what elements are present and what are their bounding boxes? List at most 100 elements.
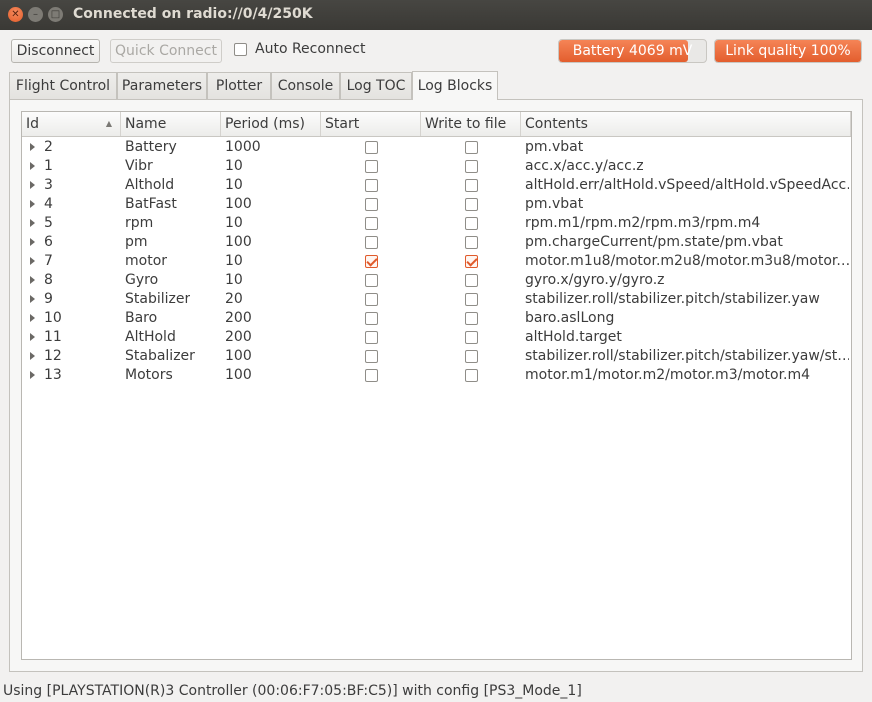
expand-arrow-icon[interactable] — [30, 162, 35, 170]
table-row[interactable]: 13 Motors 100 motor.m1/motor.m2/motor.m3/mo… — [22, 366, 851, 385]
row-id: 6 — [44, 234, 53, 250]
header-write-to-file-label: Write to file — [425, 116, 507, 132]
row-name: Vibr — [125, 158, 153, 174]
header-id[interactable]: Id ▲ — [22, 112, 121, 136]
close-window-icon[interactable]: ✕ — [8, 7, 23, 22]
row-name: Stabalizer — [125, 348, 195, 364]
table-row[interactable]: 12 Stabalizer 100 stabilizer.roll/stabilize… — [22, 347, 851, 366]
write-to-file-checkbox[interactable] — [465, 198, 478, 211]
expand-arrow-icon[interactable] — [30, 295, 35, 303]
row-id: 3 — [44, 177, 53, 193]
minimize-window-icon[interactable]: – — [28, 7, 43, 22]
write-to-file-checkbox[interactable] — [465, 217, 478, 230]
expand-arrow-icon[interactable] — [30, 200, 35, 208]
start-checkbox[interactable] — [365, 255, 378, 268]
start-checkbox[interactable] — [365, 350, 378, 363]
header-write-to-file[interactable]: Write to file — [421, 112, 521, 136]
auto-reconnect-checkbox[interactable] — [234, 43, 247, 56]
tab-console[interactable]: Console — [271, 72, 340, 100]
write-to-file-checkbox[interactable] — [465, 350, 478, 363]
write-to-file-checkbox[interactable] — [465, 331, 478, 344]
start-checkbox[interactable] — [365, 236, 378, 249]
row-period: 100 — [225, 367, 252, 383]
row-name: Stabilizer — [125, 291, 191, 307]
table-row[interactable]: 10 Baro 200 baro.aslLong — [22, 309, 851, 328]
row-contents: altHold.target — [525, 329, 622, 345]
write-to-file-checkbox[interactable] — [465, 274, 478, 287]
write-to-file-checkbox[interactable] — [465, 293, 478, 306]
row-id: 12 — [44, 348, 62, 364]
expand-arrow-icon[interactable] — [30, 333, 35, 341]
tab-log-toc[interactable]: Log TOC — [340, 72, 412, 100]
start-checkbox[interactable] — [365, 274, 378, 287]
table-row[interactable]: 6 pm 100 pm.chargeCurrent/pm.state/pm.vbat — [22, 233, 851, 252]
expand-arrow-icon[interactable] — [30, 181, 35, 189]
header-contents[interactable]: Contents — [521, 112, 851, 136]
expand-arrow-icon[interactable] — [30, 219, 35, 227]
start-checkbox[interactable] — [365, 369, 378, 382]
row-name: motor — [125, 253, 168, 269]
row-name: rpm — [125, 215, 154, 231]
row-period: 10 — [225, 253, 243, 269]
row-id: 10 — [44, 310, 62, 326]
write-to-file-checkbox[interactable] — [465, 141, 478, 154]
maximize-window-icon[interactable]: □ — [48, 7, 63, 22]
disconnect-button[interactable]: Disconnect — [11, 39, 100, 63]
expand-arrow-icon[interactable] — [30, 314, 35, 322]
header-start-label: Start — [325, 116, 360, 132]
battery-label: Battery 4069 mV — [572, 43, 693, 59]
table-row[interactable]: 2 Battery 1000 pm.vbat — [22, 138, 851, 157]
write-to-file-checkbox[interactable] — [465, 179, 478, 192]
start-checkbox[interactable] — [365, 293, 378, 306]
start-checkbox[interactable] — [365, 179, 378, 192]
row-period: 200 — [225, 329, 252, 345]
table-row[interactable]: 8 Gyro 10 gyro.x/gyro.y/gyro.z — [22, 271, 851, 290]
row-id: 9 — [44, 291, 53, 307]
write-to-file-checkbox[interactable] — [465, 369, 478, 382]
row-period: 100 — [225, 348, 252, 364]
expand-arrow-icon[interactable] — [30, 143, 35, 151]
header-name[interactable]: Name — [121, 112, 221, 136]
row-id: 8 — [44, 272, 53, 288]
table-row[interactable]: 4 BatFast 100 pm.vbat — [22, 195, 851, 214]
expand-arrow-icon[interactable] — [30, 276, 35, 284]
write-to-file-checkbox[interactable] — [465, 236, 478, 249]
table-row[interactable]: 7 motor 10 motor.m1u8/motor.m2u8/motor.m3u8… — [22, 252, 851, 271]
start-checkbox[interactable] — [365, 217, 378, 230]
table-row[interactable]: 9 Stabilizer 20 stabilizer.roll/stabilizer.… — [22, 290, 851, 309]
row-contents: rpm.m1/rpm.m2/rpm.m3/rpm.m4 — [525, 215, 761, 231]
row-id: 1 — [44, 158, 53, 174]
expand-arrow-icon[interactable] — [30, 238, 35, 246]
start-checkbox[interactable] — [365, 198, 378, 211]
table-row[interactable]: 3 Althold 10 altHold.err/altHold.vSpeed/alt… — [22, 176, 851, 195]
row-contents: stabilizer.roll/stabilizer.pitch/stabili… — [525, 348, 849, 364]
start-checkbox[interactable] — [365, 141, 378, 154]
tab-flight-control[interactable]: Flight Control — [9, 72, 117, 100]
status-bar-text: Using [PLAYSTATION(R)3 Controller (00:06… — [3, 683, 582, 699]
quick-connect-button[interactable]: Quick Connect — [110, 39, 222, 63]
expand-arrow-icon[interactable] — [30, 257, 35, 265]
write-to-file-checkbox[interactable] — [465, 160, 478, 173]
table-row[interactable]: 11 AltHold 200 altHold.target — [22, 328, 851, 347]
row-period: 10 — [225, 158, 243, 174]
start-checkbox[interactable] — [365, 160, 378, 173]
log-blocks-tree: Id ▲ Name Period (ms) Start Write to file Cont… — [21, 111, 852, 660]
write-to-file-checkbox[interactable] — [465, 255, 478, 268]
table-row[interactable]: 1 Vibr 10 acc.x/acc.y/acc.z — [22, 157, 851, 176]
header-period[interactable]: Period (ms) — [221, 112, 321, 136]
row-name: Althold — [125, 177, 175, 193]
start-checkbox[interactable] — [365, 331, 378, 344]
row-period: 100 — [225, 196, 252, 212]
tab-parameters[interactable]: Parameters — [117, 72, 207, 100]
write-to-file-checkbox[interactable] — [465, 312, 478, 325]
link-quality-label: Link quality 100% — [725, 43, 851, 59]
row-contents: stabilizer.roll/stabilizer.pitch/stabili… — [525, 291, 820, 307]
expand-arrow-icon[interactable] — [30, 371, 35, 379]
table-row[interactable]: 5 rpm 10 rpm.m1/rpm.m2/rpm.m3/rpm.m4 — [22, 214, 851, 233]
start-checkbox[interactable] — [365, 312, 378, 325]
tab-log-blocks[interactable]: Log Blocks — [412, 71, 498, 100]
tab-plotter[interactable]: Plotter — [207, 72, 271, 100]
expand-arrow-icon[interactable] — [30, 352, 35, 360]
header-start[interactable]: Start — [321, 112, 421, 136]
row-name: AltHold — [125, 329, 176, 345]
